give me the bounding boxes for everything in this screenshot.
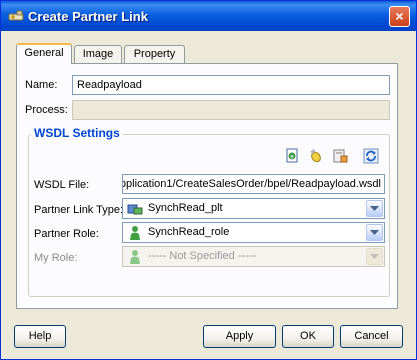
partner-link-type-value: SynchRead_plt [148, 202, 223, 214]
partner-link-icon [8, 10, 24, 21]
partner-role-select[interactable]: SynchRead_role [122, 222, 385, 243]
create-partner-link-dialog: Create Partner Link × General Image Prop… [0, 0, 417, 360]
name-label: Name: [25, 79, 58, 91]
window-title: Create Partner Link [28, 9, 148, 24]
title-bar[interactable]: Create Partner Link × [1, 1, 416, 31]
refresh-icon[interactable] [363, 148, 379, 164]
service-explorer-icon[interactable] [308, 148, 324, 164]
wsdl-file-value: pplication1/CreateSalesOrder/bpel/Readpa… [122, 178, 381, 190]
wsdl-file-field[interactable]: pplication1/CreateSalesOrder/bpel/Readpa… [122, 174, 385, 194]
process-field [72, 100, 390, 120]
apply-button[interactable]: Apply [203, 325, 276, 348]
my-role-label: My Role: [34, 252, 78, 264]
tab-general[interactable]: General [16, 43, 72, 64]
my-role-value: ----- Not Specified ----- [148, 250, 257, 262]
partner-link-type-icon [127, 204, 143, 215]
tab-property[interactable]: Property [124, 45, 185, 63]
adapter-wizard-icon[interactable] [332, 148, 348, 164]
chevron-down-icon[interactable] [366, 224, 383, 241]
name-field[interactable]: Readpayload [72, 75, 390, 95]
process-label: Process: [25, 104, 68, 116]
partner-role-value: SynchRead_role [148, 226, 230, 238]
chevron-down-icon [366, 248, 383, 265]
chevron-down-icon[interactable] [366, 200, 383, 217]
tab-image[interactable]: Image [74, 45, 122, 63]
ok-button[interactable]: OK [282, 325, 334, 348]
close-button[interactable]: × [389, 6, 410, 27]
my-role-icon [130, 250, 140, 264]
wsdl-file-label: WSDL File: [34, 179, 90, 191]
partner-role-label: Partner Role: [34, 228, 99, 240]
partner-link-type-label: Partner Link Type: [34, 204, 124, 216]
wsdl-browse-icon[interactable]: e [284, 148, 300, 164]
my-role-select: ----- Not Specified ----- [122, 246, 385, 267]
cancel-button[interactable]: Cancel [340, 325, 403, 348]
partner-role-icon [130, 226, 140, 240]
partner-link-type-select[interactable]: SynchRead_plt [122, 198, 385, 219]
wsdl-settings-title: WSDL Settings [31, 126, 123, 140]
help-button[interactable]: Help [14, 325, 66, 348]
